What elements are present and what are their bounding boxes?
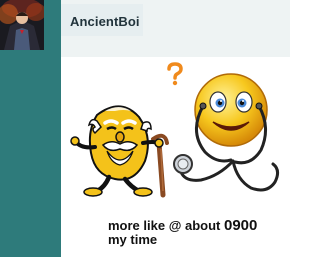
- message-header: AncientBoi: [61, 0, 290, 54]
- doctor-smiley-icon: [173, 73, 280, 192]
- author-name[interactable]: AncientBoi: [70, 14, 140, 29]
- avatar-image: [0, 0, 44, 50]
- user-avatar[interactable]: [0, 0, 44, 50]
- chat-window: AncientBoi more like @ about 0900 my tim…: [0, 0, 290, 257]
- message-card: AncientBoi more like @ about 0900 my tim…: [61, 0, 290, 257]
- message-line-2: my time: [108, 232, 158, 247]
- message-text: more like @ about 0900 my time: [108, 217, 288, 247]
- old-man-smiley-icon: [70, 105, 169, 198]
- message-line-1: more like @ about 0900: [108, 217, 288, 234]
- author-tab: AncientBoi: [61, 4, 143, 36]
- message-content: more like @ about 0900 my time: [61, 57, 290, 257]
- message-time: 0900: [224, 217, 258, 234]
- message-text-part: more like @ about: [108, 218, 221, 233]
